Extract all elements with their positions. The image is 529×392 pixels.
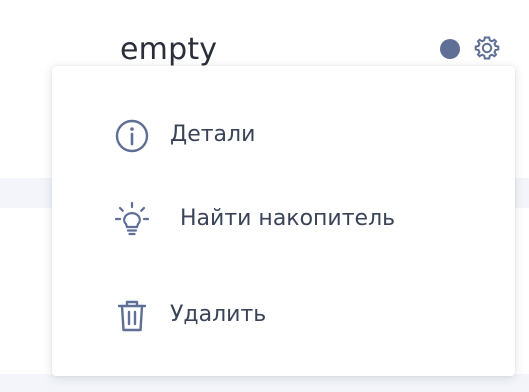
status-indicator (440, 39, 460, 59)
gear-icon (474, 36, 500, 60)
settings-button[interactable] (472, 33, 502, 63)
menu-item-label: Удалить (170, 302, 267, 327)
background-row-stripe (0, 374, 529, 392)
menu-item-label: Найти накопитель (180, 206, 396, 231)
info-icon (115, 119, 149, 153)
menu-item-details[interactable]: Детали (52, 106, 515, 166)
context-menu: Детали Найти накопитель Удалить (52, 66, 515, 376)
device-name: empty (120, 32, 218, 67)
lightbulb-icon (114, 201, 150, 236)
menu-item-delete[interactable]: Удалить (52, 286, 515, 346)
menu-item-label: Детали (170, 122, 256, 147)
trash-icon (117, 300, 147, 332)
menu-item-find-drive[interactable]: Найти накопитель (52, 190, 515, 250)
device-header: empty (0, 0, 529, 67)
